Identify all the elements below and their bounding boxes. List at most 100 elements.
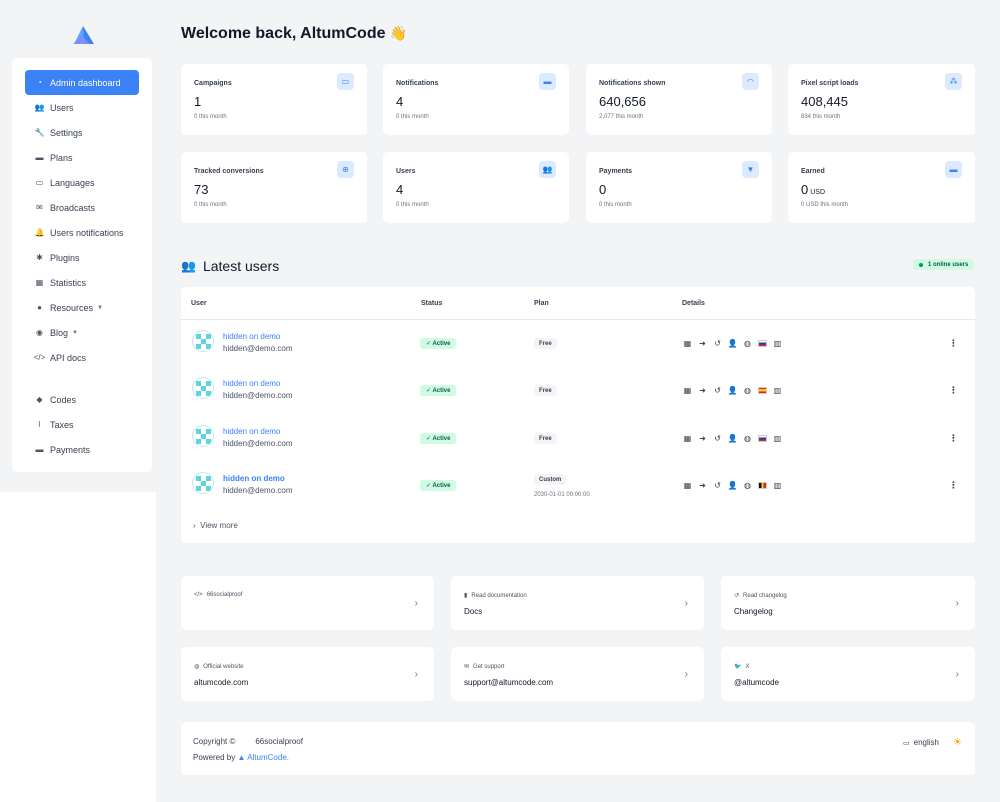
calendar-icon[interactable]: ▦ [682, 433, 693, 444]
sidebar-item-plans[interactable]: ▬ Plans [25, 145, 139, 170]
calendar-icon[interactable]: ▦ [682, 385, 693, 396]
flag-be-icon[interactable] [757, 480, 768, 491]
stat-subtext: 0 this month [194, 114, 227, 120]
user-shield-icon[interactable]: 👤 [727, 433, 738, 444]
sidebar-divider [12, 370, 152, 387]
user-name-link[interactable]: hidden on demo [223, 379, 280, 388]
online-users-badge: 1 online users [913, 259, 975, 270]
theme-toggle-sun-icon[interactable]: ☀ [953, 737, 962, 748]
link-card-caption: ◍ Official website [194, 663, 244, 671]
language-switcher[interactable]: ▭ english [903, 738, 939, 747]
sidebar-item-broadcasts[interactable]: ✉ Broadcasts [25, 195, 139, 220]
sign-in-icon[interactable]: ➜ [697, 480, 708, 491]
avatar[interactable] [192, 330, 214, 352]
stat-subtext: 0 this month [194, 202, 227, 208]
stat-value: 640,656 [599, 94, 646, 109]
chevron-right-icon: › [414, 669, 418, 680]
sidebar-item-api-docs[interactable]: </> API docs [25, 345, 139, 370]
stat-label: Notifications [396, 80, 439, 87]
row-actions-menu-icon[interactable]: ⋮ [949, 433, 958, 444]
table-row: hidden on demo hidden@demo.com ✓ Active … [181, 415, 975, 462]
row-actions-menu-icon[interactable]: ⋮ [949, 338, 958, 349]
sidebar-item-resources[interactable]: ● Resources ▼ [25, 295, 139, 320]
footer-brand: 66socialproof [255, 737, 303, 746]
flag-ru-icon[interactable] [757, 433, 768, 444]
link-card-product[interactable]: </> 66socialproof › [181, 576, 434, 630]
link-card-value: altumcode.com [194, 678, 249, 687]
sidebar-item-codes[interactable]: ◆ Codes [25, 387, 139, 412]
sidebar-item-admin-dashboard[interactable]: ◔ Admin dashboard [25, 70, 139, 95]
sign-in-icon[interactable]: ➜ [697, 338, 708, 349]
link-card-changelog[interactable]: ↺ Read changelog Changelog › [721, 576, 975, 630]
city-icon[interactable]: ▥ [772, 433, 783, 444]
user-name-link[interactable]: hidden on demo [223, 474, 285, 483]
avatar[interactable] [192, 472, 214, 494]
history-icon[interactable]: ↺ [712, 338, 723, 349]
user-shield-icon[interactable]: 👤 [727, 480, 738, 491]
link-card-support[interactable]: ✉ Get support support@altumcode.com › [451, 647, 704, 701]
sidebar-item-plugins[interactable]: ✱ Plugins [25, 245, 139, 270]
flag-es-icon[interactable] [757, 385, 768, 396]
altumcode-logo[interactable] [70, 22, 98, 48]
footer: Copyright © 66socialproof Powered by ▲ Al… [181, 722, 975, 775]
sidebar-item-label: Broadcasts [50, 202, 96, 213]
stat-card-pixel-script-loads[interactable]: Pixel script loads 408,445 834 this mont… [788, 64, 975, 135]
row-actions-menu-icon[interactable]: ⋮ [949, 385, 958, 396]
stat-card-notifications-shown[interactable]: Notifications shown 640,656 2,077 this m… [586, 64, 772, 135]
sidebar-item-languages[interactable]: ▭ Languages [25, 170, 139, 195]
globe-icon[interactable]: ◍ [742, 338, 753, 349]
city-icon[interactable]: ▥ [772, 338, 783, 349]
globe-icon[interactable]: ◍ [742, 433, 753, 444]
stat-label: Payments [599, 168, 633, 175]
link-card-x[interactable]: 🐦 X @altumcode › [721, 647, 975, 701]
plan-badge: Free [534, 433, 557, 444]
sidebar-item-settings[interactable]: 🔧 Settings [25, 120, 139, 145]
sign-in-icon[interactable]: ➜ [697, 433, 708, 444]
stat-card-users[interactable]: Users 4 0 this month 👥 [383, 152, 569, 223]
sidebar-item-users-notifications[interactable]: 🔔 Users notifications [25, 220, 139, 245]
stat-card-payments[interactable]: Payments 0 0 this month ▼ [586, 152, 772, 223]
sign-in-icon[interactable]: ➜ [697, 385, 708, 396]
sidebar-item-label: Admin dashboard [50, 77, 121, 88]
link-card-value: Docs [464, 607, 483, 616]
stat-subtext: 0 this month [599, 202, 632, 208]
avatar[interactable] [192, 377, 214, 399]
avatar[interactable] [192, 425, 214, 447]
altumcode-logo-icon: ▲ [237, 753, 246, 762]
calendar-icon[interactable]: ▦ [682, 338, 693, 349]
user-shield-icon[interactable]: 👤 [727, 385, 738, 396]
sidebar-item-statistics[interactable]: ▦ Statistics [25, 270, 139, 295]
globe-icon[interactable]: ◍ [742, 480, 753, 491]
chevron-right-icon: › [414, 598, 418, 609]
network-icon: ⁂ [945, 73, 962, 90]
city-icon[interactable]: ▥ [772, 385, 783, 396]
city-icon[interactable]: ▥ [772, 480, 783, 491]
sidebar-item-payments[interactable]: ▬ Payments [25, 437, 139, 462]
sidebar-item-users[interactable]: 👥 Users [25, 95, 139, 120]
row-actions-menu-icon[interactable]: ⋮ [949, 480, 958, 491]
stat-card-earned[interactable]: Earned 0 USD 0 USD this month ▬ [788, 152, 975, 223]
puzzle-icon: ✱ [36, 253, 43, 262]
stat-card-notifications[interactable]: Notifications 4 0 this month ▬ [383, 64, 569, 135]
history-icon[interactable]: ↺ [712, 433, 723, 444]
user-name-link[interactable]: hidden on demo [223, 332, 280, 341]
globe-icon[interactable]: ◍ [742, 385, 753, 396]
wave-emoji: 👋 [389, 25, 407, 41]
sidebar-item-blog[interactable]: ◉ Blog ▼ [25, 320, 139, 345]
user-name-link[interactable]: hidden on demo [223, 427, 280, 436]
history-icon[interactable]: ↺ [712, 480, 723, 491]
stat-card-campaigns[interactable]: Campaigns 1 0 this month ▭ [181, 64, 367, 135]
calendar-icon[interactable]: ▦ [682, 480, 693, 491]
flag-ru-icon[interactable] [757, 338, 768, 349]
user-shield-icon[interactable]: 👤 [727, 338, 738, 349]
history-icon[interactable]: ↺ [712, 385, 723, 396]
stat-card-tracked-conversions[interactable]: Tracked conversions 73 0 this month ⊕ [181, 152, 367, 223]
stat-label: Notifications shown [599, 80, 666, 87]
altumcode-link[interactable]: ▲ AltumCode. [237, 753, 289, 762]
sidebar-item-taxes[interactable]: ⌇ Taxes [25, 412, 139, 437]
link-card-value: @altumcode [734, 678, 780, 687]
link-card-website[interactable]: ◍ Official website altumcode.com › [181, 647, 434, 701]
view-more-link[interactable]: › View more [193, 521, 238, 530]
user-email: hidden@demo.com [223, 391, 293, 400]
link-card-docs[interactable]: ▮ Read documentation Docs › [451, 576, 704, 630]
